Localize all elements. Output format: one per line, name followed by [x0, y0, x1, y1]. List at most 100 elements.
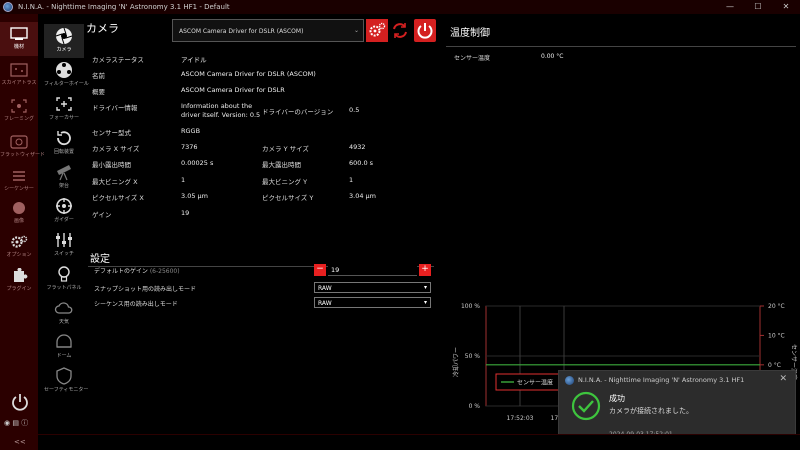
min-exposure-label: 最小露出時間	[92, 161, 131, 169]
camera-refresh-button[interactable]	[389, 19, 411, 42]
camera-panel-title: カメラ	[86, 22, 119, 35]
pixel-size-y-value: 3.04 µm	[349, 192, 377, 200]
guider-icon	[56, 198, 72, 214]
switch-sliders-icon	[56, 233, 72, 247]
camera-description-value: ASCOM Camera Driver for DSLR	[181, 86, 285, 94]
driver-version-label: ドライバーのバージョン	[262, 108, 334, 116]
max-exposure-value: 600.0 s	[349, 159, 374, 167]
toast-app-name: N.I.N.A. - Nighttime Imaging 'N' Astrono…	[578, 376, 745, 384]
success-check-icon	[571, 391, 601, 423]
puzzle-icon	[14, 268, 28, 282]
camera-status-value: アイドル	[181, 56, 207, 64]
app-logo-icon	[3, 2, 13, 12]
framing-icon	[11, 99, 27, 113]
sidebar-item-sequencer[interactable]: シーケンサー	[0, 164, 38, 198]
sidebar-item-imaging[interactable]: 画像	[0, 196, 38, 230]
toast-message: カメラが接続されました。	[609, 407, 693, 415]
camera-description-label: 概要	[92, 88, 105, 96]
info-icon[interactable]: ⓘ	[21, 419, 28, 427]
pixel-size-y-label: ピクセルサイズ Y	[262, 194, 314, 202]
rotator-icon	[57, 131, 71, 146]
main-sidebar: 機材 スカイアトラス フレーミング フラットウィザード シーケンサー 画像 オプ…	[0, 14, 45, 450]
imaging-icon	[13, 202, 25, 214]
sequence-readout-label: シーケンス用の読み出しモード	[94, 301, 178, 308]
max-bin-x-value: 1	[181, 176, 186, 184]
subnav-item-camera[interactable]: カメラ	[44, 24, 84, 58]
sensor-type-label: センサー型式	[92, 129, 131, 137]
subnav-item-focuser[interactable]: フォーカサー	[44, 92, 84, 126]
camera-x-size-label: カメラ X サイズ	[92, 145, 140, 153]
lightbulb-icon	[58, 266, 70, 282]
sky-atlas-icon	[10, 63, 28, 77]
gain-increment-button[interactable]: +	[419, 264, 431, 276]
sidebar-collapse-button[interactable]: <<	[14, 438, 26, 446]
telescope-icon	[57, 165, 71, 181]
sidebar-footer-icons: ◉ ▤ ⓘ	[4, 418, 28, 428]
app-logo-icon	[565, 376, 574, 385]
pixel-size-x-label: ピクセルサイズ X	[92, 194, 144, 202]
chart-legend-label: センサー温度	[517, 379, 553, 387]
driver-info-label: ドライバー情報	[92, 104, 138, 112]
equipment-icon	[10, 27, 28, 40]
temperature-divider	[446, 46, 796, 47]
driver-info-value-line1: Information about the	[181, 102, 253, 110]
sensor-temperature-value: 0.00 °C	[541, 53, 564, 60]
default-gain-input[interactable]: 19	[328, 264, 417, 276]
sequence-readout-select[interactable]: RAW ▾	[314, 297, 431, 308]
default-gain-stepper: − 19 +	[314, 264, 431, 276]
max-bin-y-label: 最大ビニング Y	[262, 178, 308, 186]
close-button[interactable]: ✕	[772, 0, 800, 14]
gain-decrement-button[interactable]: −	[314, 264, 326, 276]
maximize-button[interactable]: ☐	[744, 0, 772, 14]
camera-device-selected: ASCOM Camera Driver for DSLR (ASCOM)	[179, 28, 304, 35]
camera-x-size-value: 7376	[181, 143, 198, 151]
sidebar-item-sky-atlas[interactable]: スカイアトラス	[0, 58, 38, 92]
eye-icon[interactable]: ◉	[4, 419, 10, 427]
sequencer-icon	[13, 171, 25, 181]
equipment-subnav: カメラ フィルターホイール フォーカサー 回転装置 架台 ガイダー スイッチ フ…	[44, 14, 89, 404]
chevron-down-icon: ⌄	[353, 27, 359, 34]
minimize-button[interactable]: —	[716, 0, 744, 14]
max-bin-x-label: 最大ビニング X	[92, 178, 138, 186]
pixel-size-x-value: 3.05 µm	[181, 192, 209, 200]
status-bar	[38, 434, 800, 450]
subnav-item-safety-monitor[interactable]: セーフティモニター	[44, 364, 88, 398]
camera-y-size-label: カメラ Y サイズ	[262, 145, 309, 153]
subnav-item-filter-wheel[interactable]: フィルターホイール	[44, 58, 89, 92]
dropdown-arrow-icon: ▾	[423, 299, 427, 306]
snapshot-readout-select[interactable]: RAW ▾	[314, 282, 431, 293]
sidebar-item-options[interactable]: オプション	[0, 230, 38, 264]
gears-icon	[369, 22, 386, 37]
sensor-temperature-label: センサー温度	[454, 55, 491, 62]
subnav-item-flat-panel[interactable]: フラットパネル	[44, 262, 84, 296]
sidebar-item-plugins[interactable]: プラグイン	[0, 264, 38, 298]
max-exposure-label: 最大露出時間	[262, 161, 301, 169]
toast-close-button[interactable]: ✕	[779, 374, 787, 384]
subnav-item-rotator[interactable]: 回転装置	[44, 126, 84, 160]
camera-status-label: カメラステータス	[92, 56, 144, 64]
min-exposure-value: 0.00025 s	[181, 159, 214, 167]
subnav-item-switch[interactable]: スイッチ	[44, 228, 84, 262]
subnav-item-dome[interactable]: ドーム	[44, 330, 84, 364]
camera-disconnect-button[interactable]	[414, 19, 436, 42]
subnav-item-guider[interactable]: ガイダー	[44, 194, 84, 228]
subnav-item-mount[interactable]: 架台	[44, 160, 84, 194]
refresh-icon	[393, 23, 407, 38]
camera-settings-button[interactable]	[366, 19, 388, 42]
sidebar-item-framing[interactable]: フレーミング	[0, 94, 38, 128]
camera-name-label: 名前	[92, 72, 105, 80]
dome-icon	[56, 334, 72, 348]
app-power-button[interactable]	[10, 392, 30, 414]
camera-panel: カメラ ASCOM Camera Driver for DSLR (ASCOM)…	[86, 14, 440, 434]
power-icon	[417, 23, 433, 39]
sidebar-item-flat-wizard[interactable]: フラットウィザード	[0, 130, 45, 164]
subnav-item-weather[interactable]: 天気	[44, 296, 84, 330]
camera-aperture-icon	[55, 27, 73, 45]
default-gain-range: (6-25600)	[149, 268, 180, 275]
camera-y-size-value: 4932	[349, 143, 366, 151]
camera-device-select[interactable]: ASCOM Camera Driver for DSLR (ASCOM) ⌄	[172, 19, 364, 42]
sidebar-item-equipment[interactable]: 機材	[0, 22, 38, 56]
book-icon[interactable]: ▤	[12, 419, 19, 427]
power-icon	[12, 394, 28, 411]
chart-left-tick-label: 0 %	[469, 403, 481, 410]
